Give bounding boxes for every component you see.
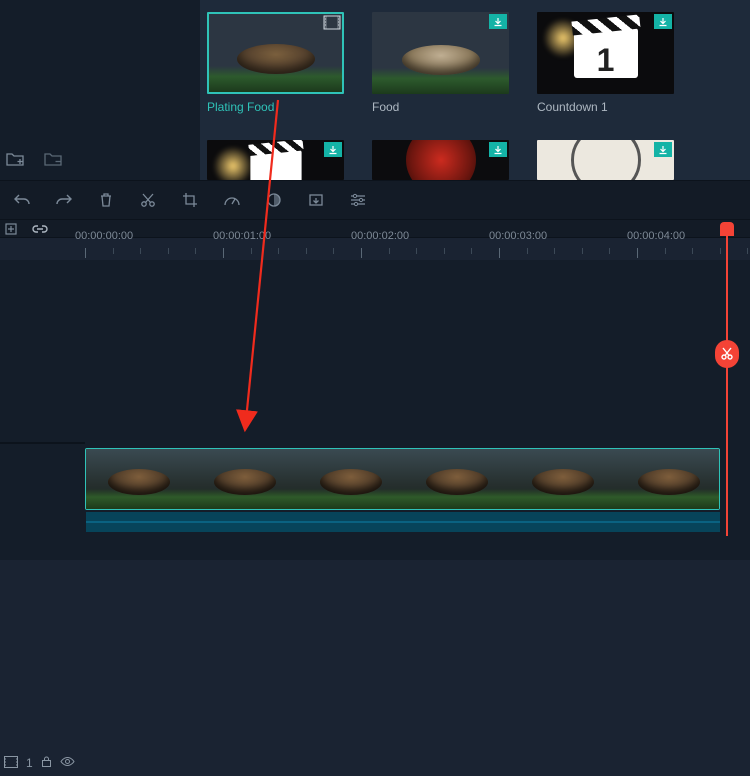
clip-frame	[404, 449, 510, 509]
timeline-body[interactable]: Plating_Food 1	[0, 260, 750, 560]
clip-frame	[510, 449, 616, 509]
cut-button[interactable]	[138, 190, 158, 210]
filmstrip-icon	[323, 15, 341, 30]
ruler-ticks	[85, 248, 750, 258]
media-item[interactable]	[537, 140, 674, 180]
download-icon[interactable]	[324, 142, 342, 157]
download-icon[interactable]	[654, 142, 672, 157]
media-library: Plating Food Food 1 Countdown 1	[0, 0, 750, 180]
crop-button[interactable]	[180, 190, 200, 210]
eye-icon[interactable]	[60, 756, 75, 770]
media-grid-row2	[207, 140, 737, 180]
media-thumbnail[interactable]	[207, 140, 344, 180]
media-item-countdown-1[interactable]: 1 Countdown 1	[537, 12, 674, 114]
redo-button[interactable]	[54, 190, 74, 210]
media-grid: Plating Food Food 1 Countdown 1	[207, 12, 737, 114]
export-button[interactable]	[306, 190, 326, 210]
track-controls: 1	[0, 750, 85, 776]
add-marker-button[interactable]	[0, 220, 22, 238]
media-item[interactable]	[372, 140, 509, 180]
remove-folder-icon[interactable]	[44, 151, 62, 166]
media-item[interactable]	[207, 140, 344, 180]
library-sidebar	[0, 0, 200, 180]
link-button[interactable]	[30, 220, 50, 238]
track-number: 1	[26, 756, 33, 770]
download-icon[interactable]	[654, 14, 672, 29]
timecode: 00:00:02:00	[351, 230, 409, 242]
countdown-number: 1	[574, 42, 638, 79]
media-label: Food	[372, 100, 509, 114]
delete-button[interactable]	[96, 190, 116, 210]
clip-frame	[298, 449, 404, 509]
media-thumbnail[interactable]	[207, 12, 344, 94]
color-button[interactable]	[264, 190, 284, 210]
new-folder-icon[interactable]	[6, 151, 24, 166]
clip-frame	[616, 449, 720, 509]
undo-button[interactable]	[12, 190, 32, 210]
timecode: 00:00:03:00	[489, 230, 547, 242]
audio-track[interactable]	[86, 512, 720, 532]
media-label: Countdown 1	[537, 100, 674, 114]
media-thumbnail[interactable]: 1	[537, 12, 674, 94]
timeline-toolbar	[0, 180, 750, 220]
timecode: 00:00:01:00	[213, 230, 271, 242]
filmstrip-icon	[4, 756, 18, 771]
download-icon[interactable]	[489, 14, 507, 29]
media-thumbnail[interactable]	[537, 140, 674, 180]
clip-frame	[86, 449, 192, 509]
split-handle[interactable]	[715, 340, 739, 368]
timecode: 00:00:00:00	[75, 230, 133, 242]
playhead[interactable]	[720, 222, 734, 236]
speed-button[interactable]	[222, 190, 242, 210]
lock-icon[interactable]	[41, 755, 52, 771]
download-icon[interactable]	[489, 142, 507, 157]
clip-frame	[192, 449, 298, 509]
media-item-plating-food[interactable]: Plating Food	[207, 12, 344, 114]
media-label: Plating Food	[207, 100, 344, 114]
media-thumbnail[interactable]	[372, 140, 509, 180]
media-thumbnail[interactable]	[372, 12, 509, 94]
video-clip[interactable]: Plating_Food	[85, 448, 720, 510]
media-item-food[interactable]: Food	[372, 12, 509, 114]
adjust-button[interactable]	[348, 190, 368, 210]
timecode: 00:00:04:00	[627, 230, 685, 242]
timeline-ruler[interactable]: 00:00:00:00 00:00:01:00 00:00:02:00 00:0…	[85, 226, 750, 260]
